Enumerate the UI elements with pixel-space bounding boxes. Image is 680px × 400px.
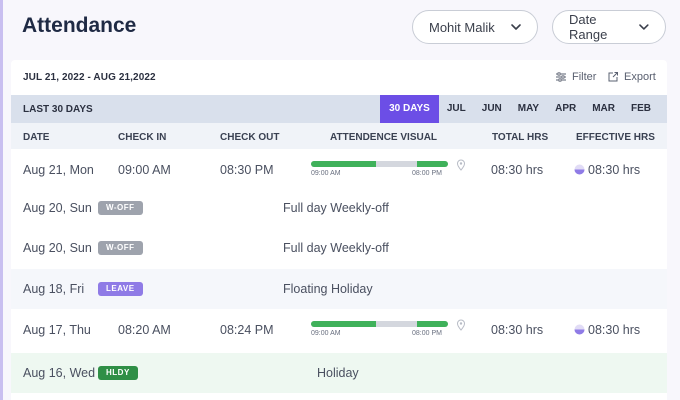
page-title: Attendance bbox=[22, 14, 137, 37]
weekly-off-badge: W-OFF bbox=[98, 241, 143, 255]
row-total-hrs: 08:30 hrs bbox=[491, 323, 544, 337]
row-date: Aug 18, Fri bbox=[23, 282, 85, 296]
column-date: DATE bbox=[23, 132, 50, 143]
row-total-hrs: 08:30 hrs bbox=[491, 163, 544, 177]
attendance-bar-present-segment bbox=[311, 161, 376, 167]
selected-date-range: JUL 21, 2022 - AUG 21,2022 bbox=[23, 72, 156, 83]
location-pin-icon[interactable] bbox=[456, 159, 466, 171]
filter-icon bbox=[556, 72, 566, 82]
row-note: Floating Holiday bbox=[283, 282, 373, 296]
filter-label: Filter bbox=[572, 71, 597, 83]
holiday-badge: HLDY bbox=[98, 366, 138, 380]
row-note: Holiday bbox=[317, 366, 359, 380]
column-attendance-visual: ATTENDENCE VISUAL bbox=[330, 132, 438, 143]
attendance-bar-end: 08:00 PM bbox=[412, 330, 442, 337]
column-check-in: CHECK IN bbox=[118, 132, 167, 143]
row-date: Aug 21, Mon bbox=[23, 163, 94, 177]
row-date: Aug 16, Wed bbox=[23, 366, 96, 380]
column-effective-hrs: EFFECTIVE HRS bbox=[576, 132, 655, 143]
table-row[interactable]: Aug 17, Thu 08:20 AM 08:24 PM 09:00 AM 0… bbox=[11, 310, 667, 350]
attendance-card: JUL 21, 2022 - AUG 21,2022 Filter Export… bbox=[11, 60, 667, 400]
column-total-hrs: TOTAL HRS bbox=[492, 132, 549, 143]
leave-badge: LEAVE bbox=[98, 282, 143, 296]
tab-apr[interactable]: APR bbox=[547, 95, 584, 123]
location-pin-icon[interactable] bbox=[456, 319, 466, 331]
row-effective-hrs: 08:30 hrs bbox=[588, 323, 641, 337]
tab-jul[interactable]: JUL bbox=[439, 95, 474, 123]
row-date: Aug 17, Thu bbox=[23, 323, 91, 337]
tab-30-days[interactable]: 30 DAYS bbox=[380, 95, 439, 123]
row-check-in: 08:20 AM bbox=[118, 323, 171, 337]
table-row[interactable]: Aug 16, Wed HLDY Holiday bbox=[11, 353, 667, 393]
tab-mar[interactable]: MAR bbox=[584, 95, 623, 123]
attendance-bar-end: 08:00 PM bbox=[412, 170, 442, 177]
table-row[interactable]: Aug 21, Mon 09:00 AM 08:30 PM 09:00 AM 0… bbox=[11, 150, 667, 190]
attendance-bar bbox=[311, 321, 448, 327]
table-row[interactable]: Aug 20, Sun W-OFF Full day Weekly-off bbox=[11, 188, 667, 228]
table-row[interactable]: Aug 18, Fri LEAVE Floating Holiday bbox=[11, 269, 667, 309]
chevron-down-icon bbox=[511, 24, 521, 30]
user-selector[interactable]: Mohit Malik bbox=[412, 10, 538, 44]
row-check-out: 08:24 PM bbox=[220, 323, 274, 337]
row-effective-hrs: 08:30 hrs bbox=[588, 163, 641, 177]
export-label: Export bbox=[624, 71, 656, 83]
user-selector-label: Mohit Malik bbox=[429, 19, 495, 35]
chevron-down-icon bbox=[639, 24, 649, 30]
table-row[interactable]: Aug 20, Sun W-OFF Full day Weekly-off bbox=[11, 228, 667, 268]
export-button[interactable]: Export bbox=[607, 71, 656, 83]
attendance-bar-present-segment bbox=[417, 321, 448, 327]
date-range-selector[interactable]: Date Range bbox=[552, 10, 666, 44]
period-bar: LAST 30 DAYS 30 DAYS JUL JUN MAY APR MAR… bbox=[11, 95, 667, 123]
tab-may[interactable]: MAY bbox=[510, 95, 547, 123]
column-check-out: CHECK OUT bbox=[220, 132, 280, 143]
row-check-in: 09:00 AM bbox=[118, 163, 171, 177]
attendance-page: Attendance Mohit Malik Date Range JUL 21… bbox=[0, 0, 680, 400]
attendance-bar-start: 09:00 AM bbox=[311, 330, 341, 337]
attendance-bar-start: 09:00 AM bbox=[311, 170, 341, 177]
row-note: Full day Weekly-off bbox=[283, 201, 389, 215]
row-date: Aug 20, Sun bbox=[23, 201, 92, 215]
half-circle-icon bbox=[574, 324, 585, 335]
filter-button[interactable]: Filter bbox=[555, 71, 596, 83]
weekly-off-badge: W-OFF bbox=[98, 201, 143, 215]
period-tabs: 30 DAYS JUL JUN MAY APR MAR FEB bbox=[380, 95, 659, 123]
row-note: Full day Weekly-off bbox=[283, 241, 389, 255]
tab-feb[interactable]: FEB bbox=[623, 95, 659, 123]
date-range-selector-label: Date Range bbox=[569, 12, 608, 42]
table-header: DATE CHECK IN CHECK OUT ATTENDENCE VISUA… bbox=[11, 123, 667, 149]
half-circle-icon bbox=[574, 164, 585, 175]
attendance-bar-present-segment bbox=[417, 161, 448, 167]
row-check-out: 08:30 PM bbox=[220, 163, 274, 177]
attendance-bar bbox=[311, 161, 448, 167]
row-date: Aug 20, Sun bbox=[23, 241, 92, 255]
period-bar-label: LAST 30 DAYS bbox=[23, 104, 93, 115]
tab-jun[interactable]: JUN bbox=[474, 95, 510, 123]
attendance-bar-present-segment bbox=[311, 321, 376, 327]
left-accent-border bbox=[0, 0, 3, 400]
export-icon bbox=[608, 72, 618, 82]
